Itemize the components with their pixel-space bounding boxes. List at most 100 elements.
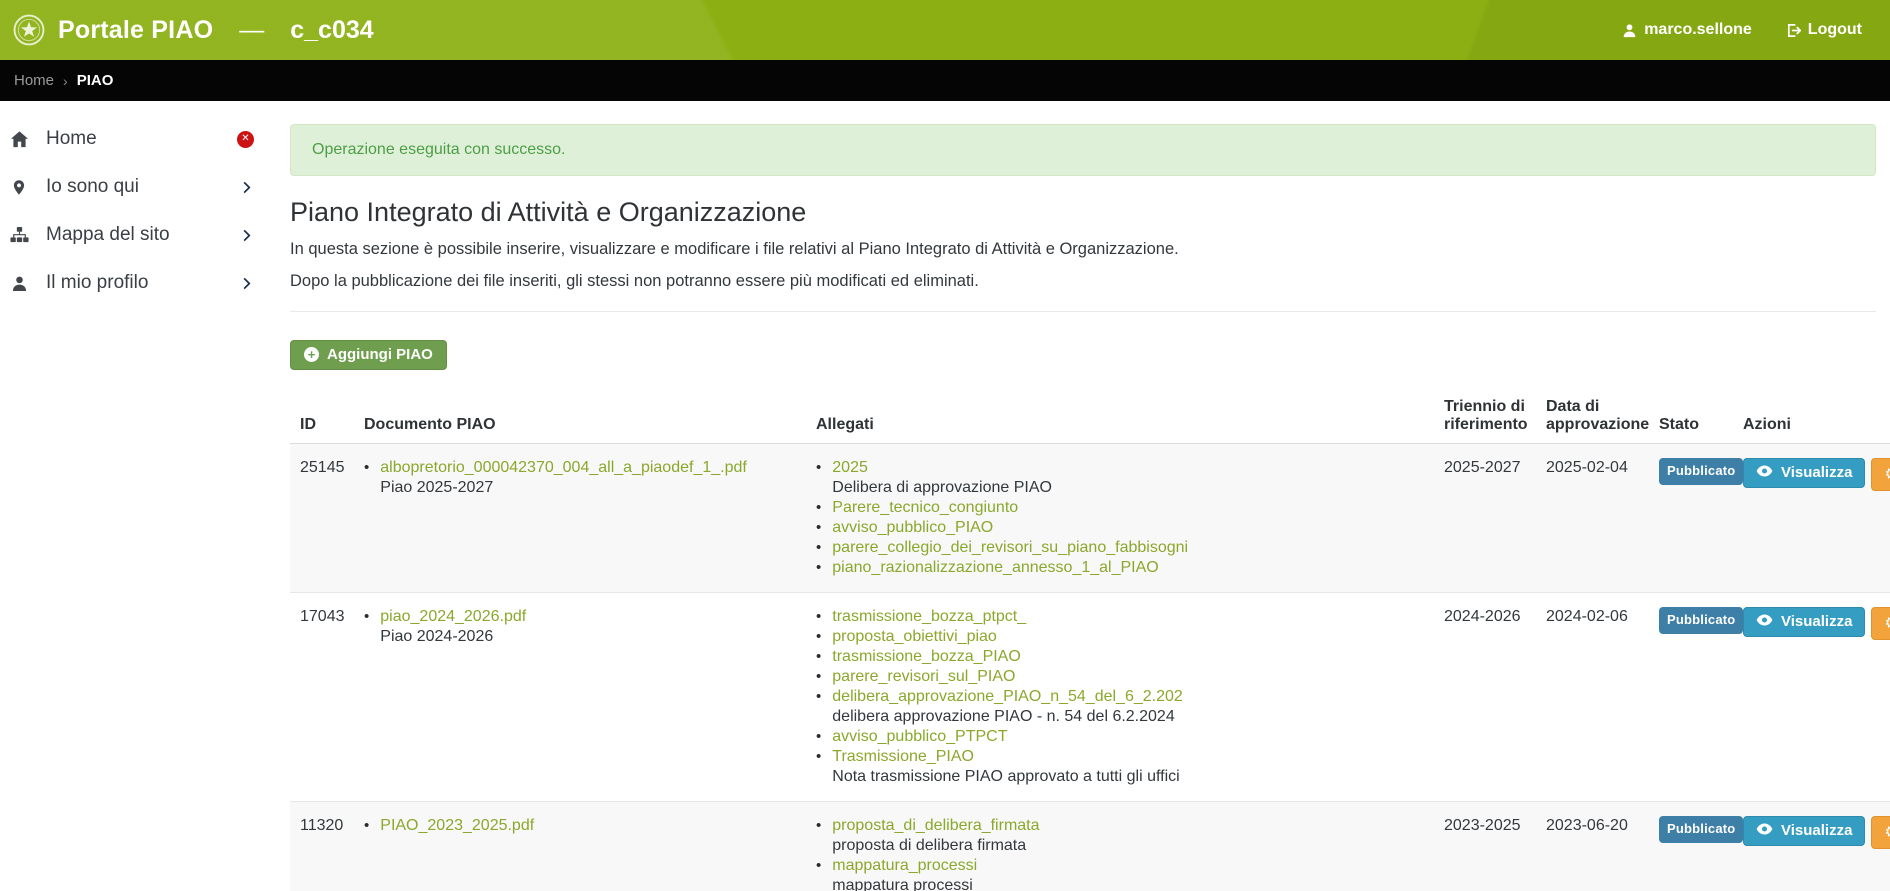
breadcrumb: Home › PIAO xyxy=(0,60,1890,101)
logout-button[interactable]: Logout xyxy=(1786,21,1862,39)
error-badge-icon: ✕ xyxy=(237,131,254,148)
attachment-link[interactable]: delibera_approvazione_PIAO_n_54_del_6_2.… xyxy=(832,687,1183,707)
gear-icon: ⚙ xyxy=(1884,822,1890,842)
col-header-id: ID xyxy=(290,392,354,444)
gear-icon: ⚙ xyxy=(1884,613,1890,633)
bullet-icon: • xyxy=(816,816,821,856)
settings-button[interactable]: ⚙ xyxy=(1871,816,1890,849)
bullet-icon: • xyxy=(816,727,821,747)
cell-triennio: 2024-2026 xyxy=(1434,593,1536,802)
logout-icon xyxy=(1786,23,1801,38)
col-header-data-approvazione: Data di approvazione xyxy=(1536,392,1649,444)
main-content: Operazione eseguita con successo. Piano … xyxy=(260,101,1890,891)
table-row: 25145 • albopretorio_000042370_004_all_a… xyxy=(290,444,1890,593)
bullet-icon: • xyxy=(816,627,821,647)
settings-button[interactable]: ⚙ xyxy=(1871,458,1890,491)
attachment-link[interactable]: Parere_tecnico_congiunto xyxy=(832,498,1018,518)
page-description-1: In questa sezione è possibile inserire, … xyxy=(290,240,1876,259)
home-icon xyxy=(9,130,29,149)
success-alert: Operazione eseguita con successo. xyxy=(290,124,1876,176)
bullet-icon: • xyxy=(816,458,821,498)
eye-icon xyxy=(1756,822,1773,839)
attachment-link[interactable]: Trasmissione_PIAO xyxy=(832,747,1179,767)
user-icon xyxy=(1622,23,1637,38)
sidebar-item-home[interactable]: Home ✕ xyxy=(0,115,260,163)
document-link[interactable]: PIAO_2023_2025.pdf xyxy=(380,816,534,836)
bullet-icon: • xyxy=(364,607,369,647)
bullet-icon: • xyxy=(816,518,821,538)
visualizza-label: Visualizza xyxy=(1781,464,1852,481)
attachment-subtitle: mappatura processi xyxy=(832,876,977,891)
attachment-link[interactable]: piano_razionalizzazione_annesso_1_al_PIA… xyxy=(832,558,1158,578)
entity-code: c_c034 xyxy=(290,16,373,45)
username-label: marco.sellone xyxy=(1644,21,1752,39)
sidebar-item-mappa-del-sito[interactable]: Mappa del sito xyxy=(0,211,260,259)
divider xyxy=(290,311,1876,312)
brand: Portale PIAO — c_c034 xyxy=(12,13,374,47)
sidebar-item-label: Io sono qui xyxy=(46,176,222,198)
bullet-icon: • xyxy=(816,498,821,518)
bullet-icon: • xyxy=(364,458,369,498)
gear-icon: ⚙ xyxy=(1884,464,1890,484)
settings-button[interactable]: ⚙ xyxy=(1871,607,1890,640)
col-header-stato: Stato xyxy=(1649,392,1733,444)
col-header-triennio: Triennio di riferimento xyxy=(1434,392,1536,444)
status-badge: Pubblicato xyxy=(1659,816,1743,843)
cell-id: 25145 xyxy=(290,444,354,593)
status-badge: Pubblicato xyxy=(1659,607,1743,634)
visualizza-button[interactable]: Visualizza xyxy=(1743,607,1865,637)
visualizza-label: Visualizza xyxy=(1781,613,1852,630)
visualizza-button[interactable]: Visualizza xyxy=(1743,816,1865,846)
sidebar-item-label: Il mio profilo xyxy=(46,272,222,294)
attachment-link[interactable]: mappatura_processi xyxy=(832,856,977,876)
chevron-right-icon xyxy=(239,276,254,291)
document-link[interactable]: albopretorio_000042370_004_all_a_piaodef… xyxy=(380,458,747,478)
visualizza-button[interactable]: Visualizza xyxy=(1743,458,1865,488)
user-menu[interactable]: marco.sellone xyxy=(1622,21,1752,39)
sidebar: Home ✕ Io sono qui xyxy=(0,101,260,307)
cell-id: 11320 xyxy=(290,802,354,891)
breadcrumb-current: PIAO xyxy=(77,72,114,89)
attachment-link[interactable]: avviso_pubblico_PIAO xyxy=(832,518,993,538)
bullet-icon: • xyxy=(816,607,821,627)
sitemap-icon xyxy=(9,226,29,245)
plus-circle-icon: + xyxy=(304,347,319,362)
sidebar-item-io-sono-qui[interactable]: Io sono qui xyxy=(0,163,260,211)
attachment-link[interactable]: avviso_pubblico_PTPCT xyxy=(832,727,1007,747)
app-header: Portale PIAO — c_c034 marco.sellone Logo… xyxy=(0,0,1890,60)
status-badge: Pubblicato xyxy=(1659,458,1743,485)
document-subtitle: Piao 2024-2026 xyxy=(380,627,526,647)
bullet-icon: • xyxy=(364,816,369,836)
eye-icon xyxy=(1756,464,1773,481)
attachment-subtitle: proposta di delibera firmata xyxy=(832,836,1039,856)
attachment-link[interactable]: proposta_obiettivi_piao xyxy=(832,627,997,647)
cell-triennio: 2023-2025 xyxy=(1434,802,1536,891)
bullet-icon: • xyxy=(816,667,821,687)
attachment-subtitle: Delibera di approvazione PIAO xyxy=(832,478,1052,498)
attachment-link[interactable]: 2025 xyxy=(832,458,1052,478)
document-link[interactable]: piao_2024_2026.pdf xyxy=(380,607,526,627)
bullet-icon: • xyxy=(816,687,821,727)
chevron-right-icon xyxy=(239,228,254,243)
attachment-link[interactable]: parere_revisori_sul_PIAO xyxy=(832,667,1015,687)
cell-id: 17043 xyxy=(290,593,354,802)
breadcrumb-home-link[interactable]: Home xyxy=(14,72,54,89)
sidebar-item-label: Home xyxy=(46,128,220,150)
app-title: Portale PIAO xyxy=(58,16,213,45)
eye-icon xyxy=(1756,613,1773,630)
col-header-azioni: Azioni xyxy=(1733,392,1890,444)
table-row: 11320 • PIAO_2023_2025.pdf • proposta_ xyxy=(290,802,1890,891)
add-piao-button[interactable]: + Aggiungi PIAO xyxy=(290,340,447,370)
bullet-icon: • xyxy=(816,747,821,787)
bullet-icon: • xyxy=(816,856,821,891)
logout-label: Logout xyxy=(1808,21,1862,39)
cell-triennio: 2025-2027 xyxy=(1434,444,1536,593)
attachment-link[interactable]: parere_collegio_dei_revisori_su_piano_fa… xyxy=(832,538,1188,558)
attachment-subtitle: delibera approvazione PIAO - n. 54 del 6… xyxy=(832,707,1183,727)
attachment-link[interactable]: proposta_di_delibera_firmata xyxy=(832,816,1039,836)
attachment-link[interactable]: trasmissione_bozza_PIAO xyxy=(832,647,1021,667)
cell-data-approvazione: 2024-02-06 xyxy=(1536,593,1649,802)
attachment-subtitle: Nota trasmissione PIAO approvato a tutti… xyxy=(832,767,1179,787)
sidebar-item-il-mio-profilo[interactable]: Il mio profilo xyxy=(0,259,260,307)
attachment-link[interactable]: trasmissione_bozza_ptpct_ xyxy=(832,607,1026,627)
